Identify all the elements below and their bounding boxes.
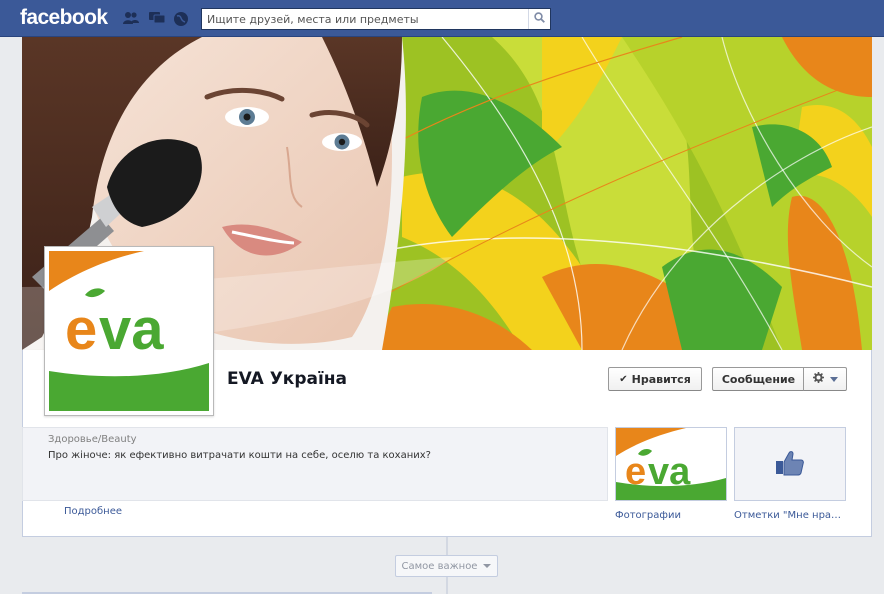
checkmark-icon: ✔ bbox=[619, 373, 628, 385]
about-section: Здоровье/Beauty Про жіноче: як ефективно… bbox=[22, 427, 608, 501]
settings-dropdown-button[interactable] bbox=[803, 367, 847, 391]
message-button-label: Сообщение bbox=[721, 372, 796, 386]
svg-text:va: va bbox=[648, 451, 691, 493]
notifications-globe-icon[interactable] bbox=[173, 11, 189, 26]
like-button-label: Нравится bbox=[631, 372, 691, 386]
like-button[interactable]: ✔ Нравится bbox=[608, 367, 702, 391]
search-button[interactable] bbox=[528, 9, 550, 29]
photos-app-thumbnail[interactable]: e va bbox=[615, 427, 727, 501]
messages-icon[interactable] bbox=[148, 11, 166, 25]
message-button[interactable]: Сообщение bbox=[712, 367, 804, 391]
top-bar: facebook bbox=[0, 0, 884, 37]
chevron-down-icon bbox=[829, 376, 838, 382]
page-category[interactable]: Здоровье/Beauty bbox=[48, 434, 137, 445]
timeline-sort-dropdown[interactable]: Самое важное bbox=[395, 555, 498, 577]
eva-logo-va: va bbox=[99, 297, 164, 362]
profile-picture[interactable]: e va bbox=[44, 246, 214, 416]
page-title: EVA Україна bbox=[227, 369, 348, 389]
gear-icon bbox=[812, 372, 824, 386]
search-box bbox=[201, 8, 551, 30]
photos-app-label[interactable]: Фотографии bbox=[615, 510, 681, 521]
eva-logo-e: e bbox=[65, 297, 97, 362]
timeline-sort-label: Самое важное bbox=[401, 560, 478, 572]
thumbs-up-icon bbox=[775, 450, 805, 479]
likes-app-thumbnail[interactable] bbox=[734, 427, 846, 501]
likes-app-label[interactable]: Отметки "Мне нрав… bbox=[734, 510, 846, 521]
page-description: Про жіноче: як ефективно витрачати кошти… bbox=[48, 450, 431, 461]
facebook-logo[interactable]: facebook bbox=[20, 6, 108, 30]
svg-text:e: e bbox=[625, 451, 646, 493]
friend-requests-icon[interactable] bbox=[122, 11, 139, 25]
chevron-down-icon bbox=[483, 564, 492, 568]
search-input[interactable] bbox=[202, 9, 527, 29]
more-info-link[interactable]: Подробнее bbox=[64, 506, 122, 517]
search-icon bbox=[534, 12, 545, 26]
